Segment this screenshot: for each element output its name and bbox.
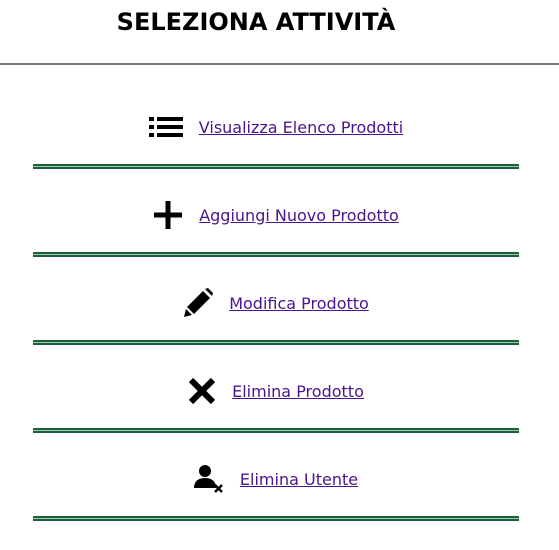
divider: [33, 164, 519, 169]
divider: [33, 516, 519, 521]
divider: [33, 340, 519, 345]
list-icon: [148, 115, 183, 139]
add-product-link[interactable]: Aggiungi Nuovo Prodotto: [199, 206, 399, 225]
close-icon: [188, 377, 216, 405]
edit-product-link[interactable]: Modifica Prodotto: [229, 294, 369, 313]
menu-item-delete-user: Elimina Utente: [33, 440, 519, 528]
view-products-link[interactable]: Visualizza Elenco Prodotti: [199, 118, 403, 137]
user-remove-icon: [193, 464, 224, 494]
menu-item-delete-product: Elimina Prodotto: [33, 352, 519, 440]
plus-icon: [153, 200, 183, 230]
pencil-icon: [183, 288, 214, 318]
divider: [33, 252, 519, 257]
menu-item-view-products: Visualizza Elenco Prodotti: [33, 88, 519, 176]
menu-item-edit-product: Modifica Prodotto: [33, 264, 519, 352]
delete-user-link[interactable]: Elimina Utente: [240, 470, 358, 489]
page-title: SELEZIONA ATTIVITÀ: [116, 8, 396, 36]
divider: [33, 428, 519, 433]
delete-product-link[interactable]: Elimina Prodotto: [232, 382, 364, 401]
menu-item-add-product: Aggiungi Nuovo Prodotto: [33, 176, 519, 264]
page-header: SELEZIONA ATTIVITÀ: [0, 0, 559, 65]
activity-menu: Visualizza Elenco Prodotti Aggiungi Nuov…: [33, 88, 519, 528]
